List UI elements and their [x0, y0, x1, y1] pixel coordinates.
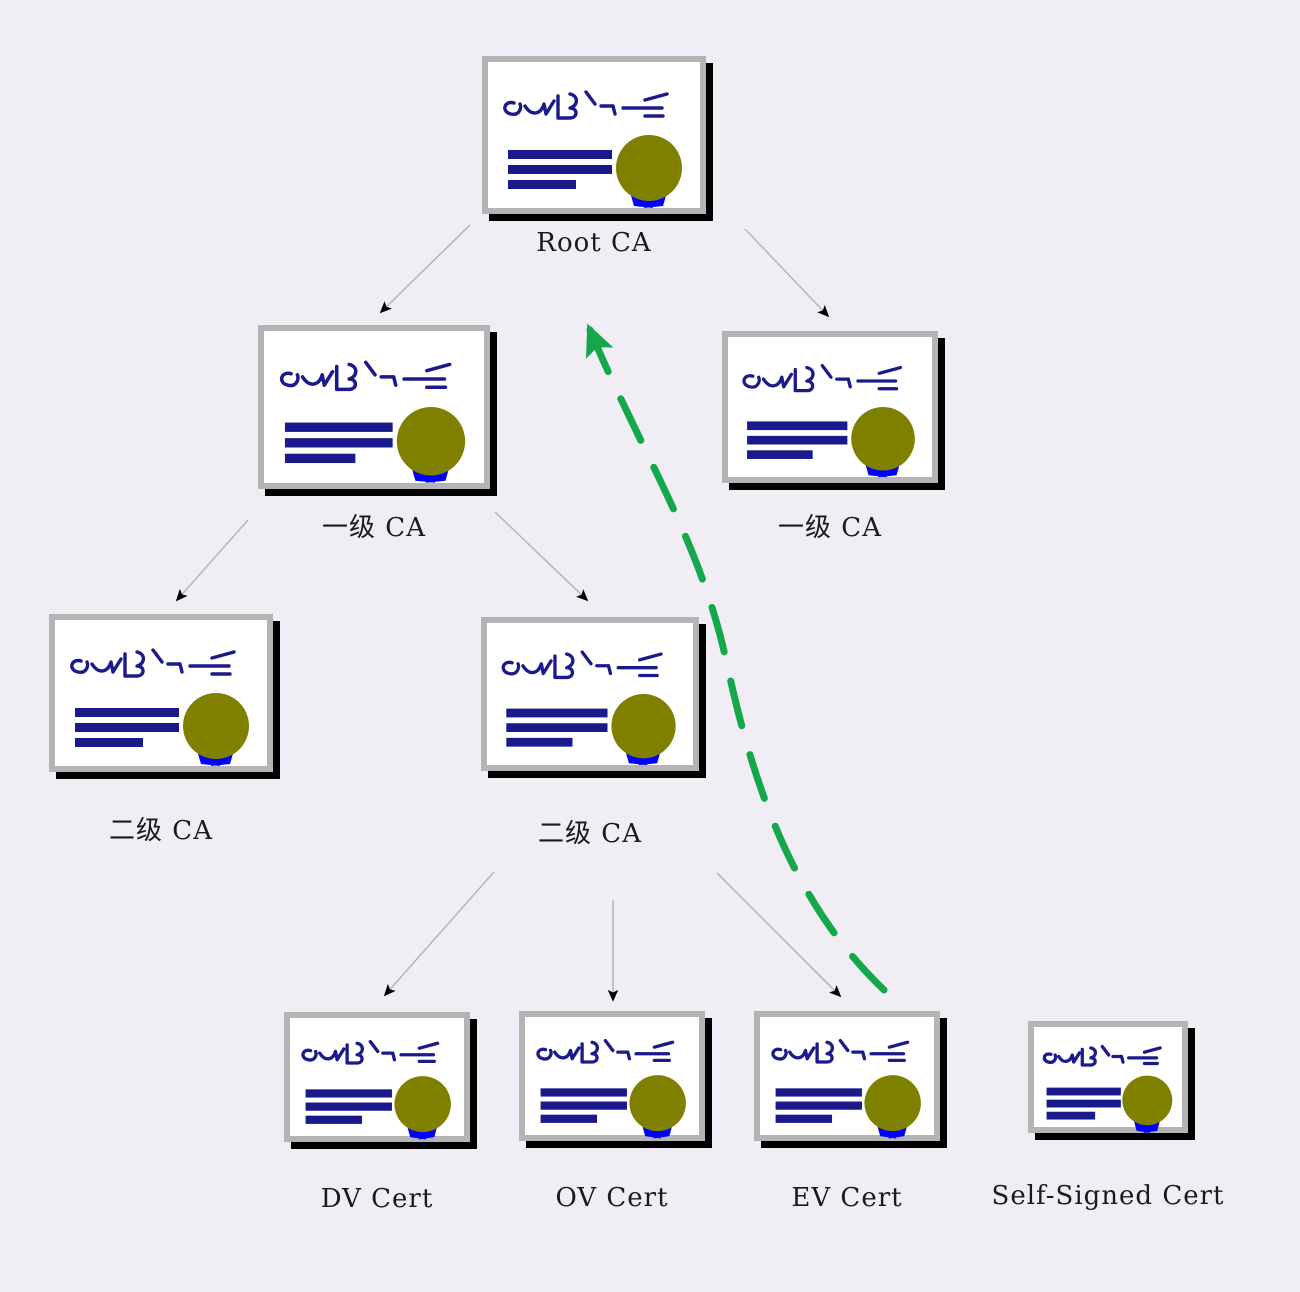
signature-scribble: [771, 1038, 910, 1064]
certificate-icon: [519, 1011, 712, 1148]
node-subordinate-ca-1[interactable]: 二级 CA: [49, 614, 280, 846]
seal-medallion: [396, 407, 466, 476]
certificate-artwork: [301, 1039, 451, 1140]
certificate-icon: [49, 614, 280, 779]
seal-medallion: [864, 1075, 921, 1132]
edge-root-to-intermediate-1: [379, 224, 471, 314]
signature-scribble: [279, 360, 452, 392]
edge-intermediate-1-to-subordinate-2: [494, 511, 589, 602]
certificate-artwork: [742, 363, 915, 478]
text-bars: [75, 708, 179, 747]
text-bars: [747, 421, 848, 459]
node-label-subordinate-ca-2: 二级 CA: [538, 819, 642, 849]
certificate-icon: [1028, 1021, 1195, 1140]
certificate-artwork: [771, 1038, 921, 1139]
certificate-icon: [754, 1011, 947, 1148]
node-intermediate-ca-1[interactable]: 一级 CA: [258, 325, 497, 543]
seal-medallion: [851, 407, 915, 471]
edge-intermediate-1-to-subordinate-1: [175, 519, 249, 602]
text-bars: [540, 1088, 627, 1123]
edge-subordinate-2-to-dv: [383, 871, 495, 997]
seal-medallion: [1122, 1075, 1173, 1126]
diagram-canvas: Root CA 一级 CA 一级 CA 二级 CA 二级 CA DV Cert …: [0, 0, 1300, 1292]
text-bars: [506, 708, 608, 747]
certificate-icon: [258, 325, 497, 496]
certificate-artwork: [501, 650, 676, 766]
seal-medallion: [611, 694, 676, 759]
node-label-dv-cert: DV Cert: [320, 1184, 434, 1214]
seal-medallion: [183, 693, 249, 759]
node-ev-cert[interactable]: EV Cert: [754, 1011, 947, 1213]
edge-root-to-intermediate-2: [744, 228, 830, 318]
node-label-ev-cert: EV Cert: [791, 1183, 903, 1213]
node-ov-cert[interactable]: OV Cert: [519, 1011, 712, 1213]
certificate-artwork: [536, 1038, 686, 1139]
signature-scribble: [301, 1039, 440, 1065]
node-label-ov-cert: OV Cert: [555, 1183, 669, 1213]
text-bars: [284, 422, 393, 464]
node-self-signed-cert[interactable]: Self-Signed Cert: [992, 1021, 1223, 1211]
certificate-icon: [481, 617, 706, 778]
certificate-icon: [482, 56, 713, 221]
seal-medallion: [616, 135, 682, 201]
text-bars: [508, 150, 612, 189]
certificate-artwork: [279, 360, 466, 483]
node-label-subordinate-ca-1: 二级 CA: [109, 816, 213, 846]
signature-scribble: [742, 363, 903, 393]
seal-medallion: [629, 1075, 686, 1132]
text-bars: [775, 1088, 862, 1123]
node-intermediate-ca-2[interactable]: 一级 CA: [722, 331, 945, 543]
node-label-intermediate-ca-1: 一级 CA: [322, 513, 426, 543]
signature-scribble: [503, 90, 669, 120]
node-root-ca[interactable]: Root CA: [482, 56, 713, 258]
seal-medallion: [394, 1076, 451, 1133]
certificate-artwork: [503, 90, 682, 208]
text-bars: [1046, 1087, 1121, 1120]
node-label-intermediate-ca-2: 一级 CA: [778, 513, 882, 543]
signature-scribble: [536, 1038, 675, 1064]
node-label-self-signed-cert: Self-Signed Cert: [991, 1181, 1225, 1211]
node-subordinate-ca-2[interactable]: 二级 CA: [481, 617, 706, 849]
signature-scribble: [501, 650, 663, 680]
signature-scribble: [1042, 1044, 1162, 1067]
node-dv-cert[interactable]: DV Cert: [284, 1012, 477, 1214]
certificate-artwork: [70, 648, 249, 766]
certificate-icon: [722, 331, 945, 490]
edge-subordinate-2-to-ev: [716, 872, 842, 998]
signature-scribble: [70, 648, 236, 678]
node-label-root-ca: Root CA: [536, 228, 652, 258]
certificate-icon: [284, 1012, 477, 1149]
certificate-artwork: [1042, 1044, 1173, 1133]
text-bars: [305, 1089, 392, 1124]
